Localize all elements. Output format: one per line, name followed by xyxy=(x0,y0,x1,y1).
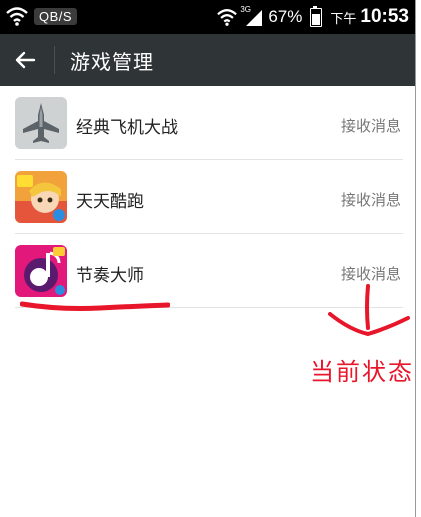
wifi-signal-icon xyxy=(217,9,238,26)
app-bar-divider xyxy=(54,46,55,74)
game-list: 经典飞机大战 接收消息 天天酷跑 接收消息 节奏大师 接收消息 xyxy=(0,86,415,308)
game-row[interactable]: 经典飞机大战 接收消息 xyxy=(0,86,415,160)
game-row[interactable]: 天天酷跑 接收消息 xyxy=(0,160,415,234)
music-note-icon xyxy=(15,245,67,297)
page-title: 游戏管理 xyxy=(70,50,154,74)
annotation-label: 当前状态 xyxy=(310,358,414,386)
status-right-group: 3G 67% 下午 10:53 xyxy=(216,4,409,30)
back-arrow-icon[interactable] xyxy=(14,49,36,71)
clock: 10:53 xyxy=(360,6,409,27)
cell-signal-icon: 3G xyxy=(240,5,263,27)
time-period: 下午 xyxy=(330,10,357,26)
status-bar: QB/S 3G 67% 下午 10:53 xyxy=(0,0,415,34)
parkour-character-icon xyxy=(15,171,67,223)
game-name: 节奏大师 xyxy=(76,266,144,286)
data-rate-indicator: QB/S xyxy=(34,8,78,25)
receive-messages-setting[interactable]: 接收消息 xyxy=(341,189,401,210)
game-name: 经典飞机大战 xyxy=(76,118,178,138)
battery-percent: 67% xyxy=(268,7,303,26)
screenshot-edge xyxy=(415,0,421,517)
jet-fighter-icon xyxy=(15,97,67,149)
app-bar: 游戏管理 xyxy=(0,34,415,86)
receive-messages-setting[interactable]: 接收消息 xyxy=(341,115,401,136)
annotation-underline xyxy=(20,301,170,311)
wifi-icon xyxy=(6,7,28,26)
game-name: 天天酷跑 xyxy=(76,192,144,212)
battery-icon xyxy=(310,5,323,27)
receive-messages-setting[interactable]: 接收消息 xyxy=(341,263,401,284)
annotation-arrow-icon xyxy=(328,284,410,337)
